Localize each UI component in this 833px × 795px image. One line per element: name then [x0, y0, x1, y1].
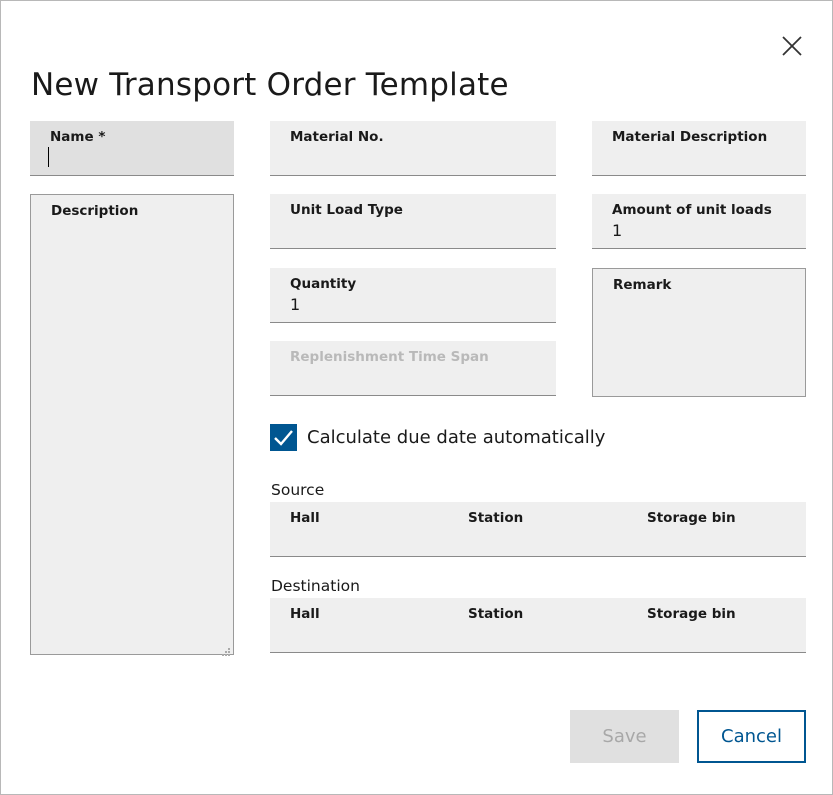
destination-station-label: Station	[468, 606, 524, 622]
destination-label: Destination	[271, 577, 360, 595]
remark-label: Remark	[613, 277, 672, 293]
save-button[interactable]: Save	[570, 710, 679, 763]
dialog-title: New Transport Order Template	[31, 67, 509, 103]
source-location-field: Hall Station Storage bin	[270, 502, 806, 557]
unit-load-type-field[interactable]: Unit Load Type	[270, 194, 556, 249]
amount-of-unit-loads-field[interactable]: Amount of unit loads 1	[592, 194, 806, 249]
source-storage-bin-label: Storage bin	[647, 510, 736, 526]
auto-due-date-checkbox[interactable]	[270, 424, 297, 451]
destination-location-field: Hall Station Storage bin	[270, 598, 806, 653]
quantity-label: Quantity	[290, 276, 357, 292]
source-label: Source	[271, 481, 325, 499]
name-field[interactable]: Name *	[30, 121, 234, 176]
destination-station-input[interactable]: Station	[448, 598, 627, 652]
material-no-label: Material No.	[290, 129, 384, 145]
description-label: Description	[51, 203, 139, 219]
checkmark-icon	[274, 430, 293, 446]
source-storage-bin-input[interactable]: Storage bin	[627, 502, 806, 556]
resize-grip-icon[interactable]	[221, 642, 231, 656]
text-caret	[48, 147, 49, 167]
material-description-field[interactable]: Material Description	[592, 121, 806, 176]
source-hall-label: Hall	[290, 510, 320, 526]
material-no-field[interactable]: Material No.	[270, 121, 556, 176]
amount-of-unit-loads-value: 1	[612, 221, 623, 240]
quantity-field[interactable]: Quantity 1	[270, 268, 556, 323]
auto-due-date-label[interactable]: Calculate due date automatically	[307, 427, 605, 448]
destination-hall-input[interactable]: Hall	[270, 598, 448, 652]
destination-storage-bin-input[interactable]: Storage bin	[627, 598, 806, 652]
close-icon[interactable]	[779, 33, 805, 59]
description-textarea[interactable]: Description	[30, 194, 234, 656]
source-station-input[interactable]: Station	[448, 502, 627, 556]
replenishment-time-span-field: Replenishment Time Span	[270, 341, 556, 396]
replenishment-time-span-label: Replenishment Time Span	[290, 349, 489, 365]
quantity-value: 1	[290, 295, 301, 314]
source-hall-input[interactable]: Hall	[270, 502, 448, 556]
unit-load-type-label: Unit Load Type	[290, 202, 403, 218]
source-station-label: Station	[468, 510, 524, 526]
destination-storage-bin-label: Storage bin	[647, 606, 736, 622]
cancel-button[interactable]: Cancel	[697, 710, 806, 763]
material-description-label: Material Description	[612, 129, 768, 145]
remark-textarea[interactable]: Remark	[592, 268, 806, 397]
destination-hall-label: Hall	[290, 606, 320, 622]
amount-of-unit-loads-label: Amount of unit loads	[612, 202, 772, 218]
name-label: Name *	[50, 129, 106, 145]
new-transport-order-template-dialog: New Transport Order Template Name * Desc…	[0, 0, 833, 795]
